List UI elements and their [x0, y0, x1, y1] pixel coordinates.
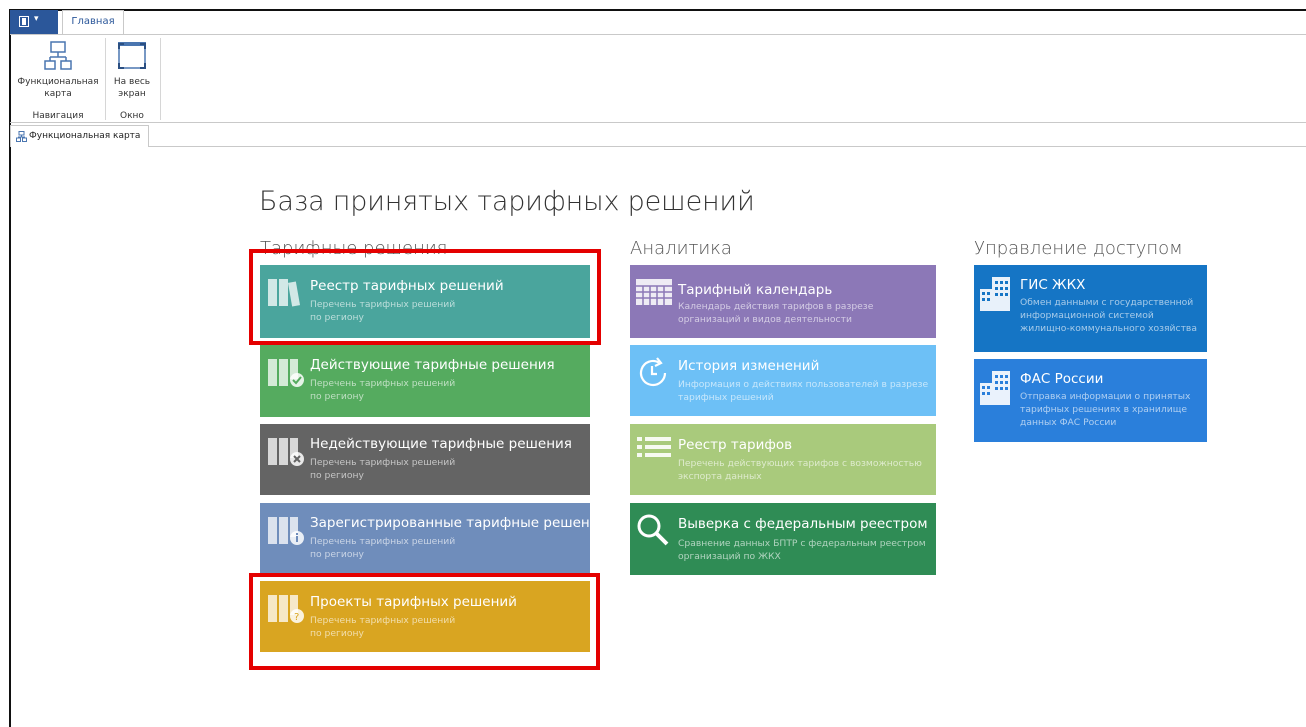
- books-check-icon: [268, 359, 304, 387]
- tile-title: Действующие тарифные решения: [310, 357, 555, 373]
- group-label-window: Окно: [120, 111, 144, 121]
- calendar-icon: [636, 279, 672, 305]
- tile-desc-line-1: Информация о действиях пользователей в р…: [678, 379, 929, 390]
- tile-desc-line-2: по региону: [310, 470, 364, 481]
- tile-desc-line-1: Календарь действия тарифов в разрезе: [678, 301, 874, 312]
- org-chart-small-icon: [16, 131, 27, 142]
- books-cross-icon: [268, 438, 304, 466]
- tile-desc-line-1: Сравнение данных БПТР с федеральным реес…: [678, 538, 926, 549]
- tile-desc-line-1: Перечень тарифных решений: [310, 299, 456, 310]
- functional-map-button[interactable]: Функциональная карта: [14, 40, 102, 100]
- document-tab-functional-map[interactable]: Функциональная карта: [10, 125, 149, 147]
- tile-tariff-calendar[interactable]: Тарифный календарь Календарь действия та…: [630, 265, 936, 338]
- books-icon: [268, 279, 301, 307]
- ribbon-bottom-divider: [10, 122, 1306, 123]
- tile-desc-line-1: Перечень тарифных решений: [310, 536, 456, 547]
- tile-change-history[interactable]: История изменений Информация о действиях…: [630, 345, 936, 416]
- ribbon-group-separator: [160, 38, 161, 120]
- svg-text:?: ?: [294, 612, 299, 623]
- tile-desc-line-3: жилищно-коммунального хозяйства: [1020, 323, 1197, 334]
- group-label-navigation: Навигация: [32, 111, 84, 121]
- tile-title: Реестр тарифных решений: [310, 278, 504, 294]
- tile-title: Проекты тарифных решений: [310, 594, 517, 610]
- org-chart-icon: [44, 41, 72, 70]
- column-heading-tariff-decisions: Тарифные решения: [260, 238, 448, 259]
- building-icon: [980, 371, 1010, 405]
- app-menu-button[interactable]: ▾: [10, 10, 58, 34]
- tile-title: ФАС России: [1020, 371, 1104, 387]
- books-info-icon: [268, 517, 304, 545]
- building-icon: [980, 277, 1010, 311]
- tile-gis-housing[interactable]: ГИС ЖКХ Обмен данными с государственной …: [974, 265, 1207, 352]
- functional-map-label-1: Функциональная: [17, 77, 99, 87]
- tile-desc-line-1: Перечень тарифных решений: [310, 615, 456, 626]
- tile-desc-line-2: тарифных решений: [678, 392, 774, 403]
- page-title: База принятых тарифных решений: [259, 186, 755, 217]
- tile-desc-line-1: Перечень тарифных решений: [310, 378, 456, 389]
- tile-title: Зарегистрированные тарифные решения: [310, 515, 607, 531]
- tile-inactive-tariff-decisions[interactable]: Недействующие тарифные решения Перечень …: [260, 424, 590, 495]
- column-heading-access-control: Управление доступом: [974, 238, 1183, 259]
- tile-desc-line-2: по региону: [310, 549, 364, 560]
- tile-desc-line-2: организаций по ЖКХ: [678, 551, 781, 562]
- tile-registered-tariff-decisions[interactable]: Зарегистрированные тарифные решения Пере…: [260, 503, 607, 574]
- fullscreen-icon: [118, 42, 146, 69]
- tile-desc-line-2: организаций и видов деятельности: [678, 314, 852, 325]
- fullscreen-label-2: экран: [118, 89, 146, 99]
- tile-desc-line-2: по региону: [310, 312, 364, 323]
- tile-fas-russia[interactable]: ФАС России Отправка информации о приняты…: [974, 359, 1207, 442]
- tile-desc-line-2: экспорта данных: [678, 471, 762, 482]
- tile-tariff-decision-projects[interactable]: ? Проекты тарифных решений Перечень тари…: [260, 581, 590, 652]
- ribbon-divider: [10, 34, 1306, 35]
- tile-desc-line-1: Перечень тарифных решений: [310, 457, 456, 468]
- tile-desc-line-1: Обмен данными с государственной: [1020, 297, 1194, 308]
- tile-title: ГИС ЖКХ: [1020, 277, 1086, 293]
- functional-map-label-2: карта: [44, 89, 72, 99]
- tile-desc-line-2: по региону: [310, 391, 364, 402]
- tab-home[interactable]: Главная: [62, 10, 124, 35]
- tile-title: История изменений: [678, 358, 820, 374]
- document-tab-label: Функциональная карта: [29, 131, 141, 141]
- fullscreen-label-1: На весь: [113, 77, 151, 87]
- tile-federal-registry-reconciliation[interactable]: Выверка с федеральным реестром Сравнение…: [630, 503, 936, 575]
- tile-title: Тарифный календарь: [678, 282, 833, 298]
- tile-tariff-registry[interactable]: Реестр тарифов Перечень действующих тари…: [630, 424, 936, 495]
- tile-tariff-decisions-registry[interactable]: Реестр тарифных решений Перечень тарифны…: [260, 265, 590, 338]
- tile-active-tariff-decisions[interactable]: Действующие тарифные решения Перечень та…: [260, 345, 590, 417]
- tile-desc-line-2: информационной системой: [1020, 310, 1154, 321]
- tile-title: Реестр тарифов: [678, 437, 793, 453]
- dropdown-arrow-icon: ▾: [34, 14, 39, 24]
- tile-desc-line-3: данных ФАС России: [1020, 417, 1117, 428]
- column-heading-analytics: Аналитика: [630, 238, 732, 259]
- books-question-icon: ?: [268, 595, 304, 623]
- tile-title: Недействующие тарифные решения: [310, 436, 572, 452]
- document-tab-divider: [149, 146, 1306, 147]
- history-clock-icon: [639, 357, 667, 387]
- tile-desc-line-1: Перечень действующих тарифов с возможнос…: [678, 458, 922, 469]
- tile-desc-line-1: Отправка информации о принятых: [1020, 391, 1191, 402]
- app-menu-icon: [19, 16, 29, 27]
- ribbon-group-separator: [105, 38, 106, 120]
- list-icon: [637, 437, 671, 457]
- tile-title: Выверка с федеральным реестром: [678, 516, 928, 532]
- fullscreen-button[interactable]: На весь экран: [108, 40, 156, 100]
- tile-desc-line-2: тарифных решениях в хранилище: [1020, 404, 1188, 415]
- tile-desc-line-2: по региону: [310, 628, 364, 639]
- search-icon: [637, 514, 669, 546]
